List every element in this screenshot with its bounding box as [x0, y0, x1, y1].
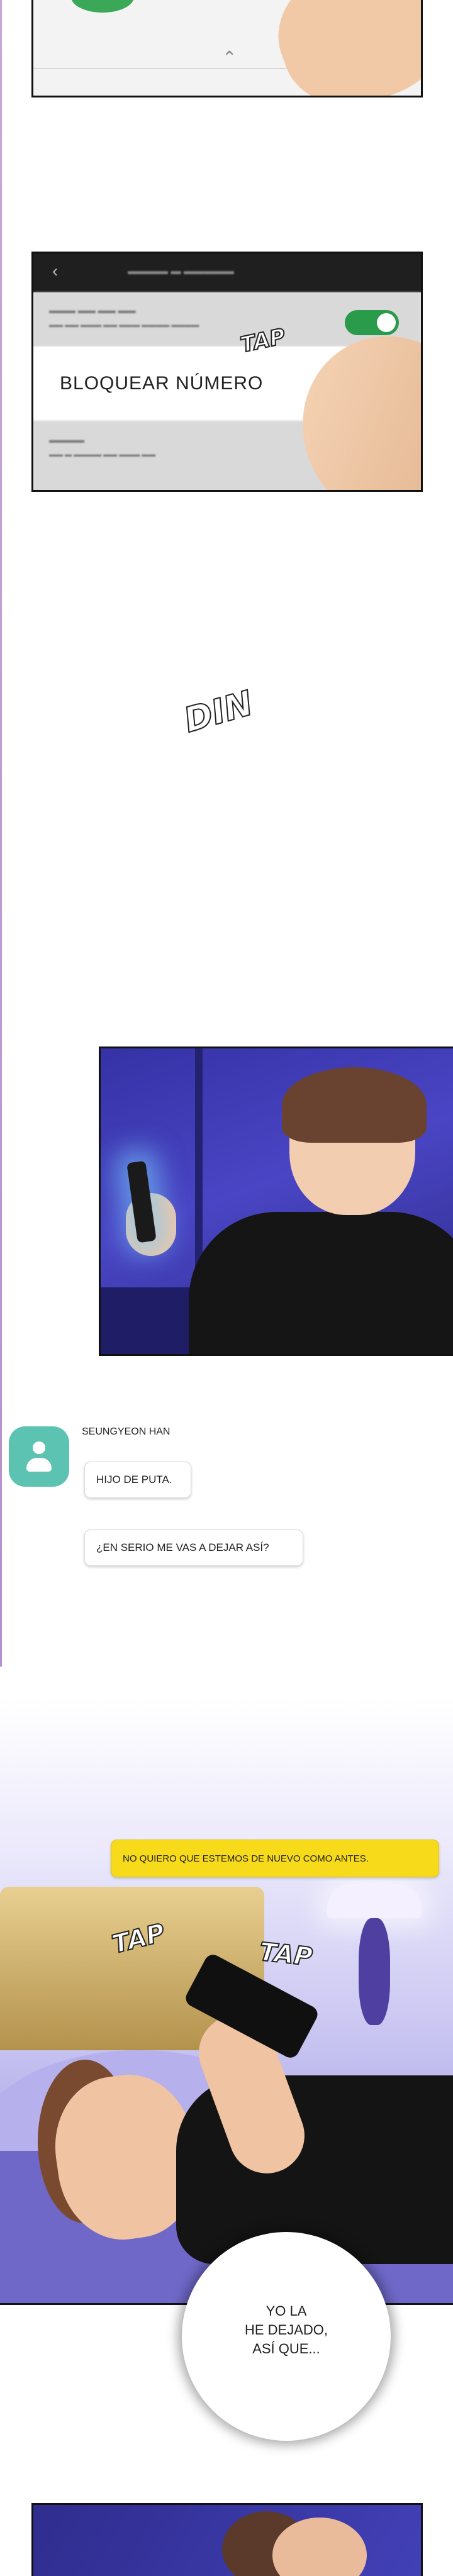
back-arrow-icon: ‹	[52, 261, 59, 280]
lamp-base	[359, 1918, 390, 2025]
message-bubble: ¿EN SERIO ME VAS A DEJAR ASÍ?	[84, 1530, 303, 1566]
green-call-button	[71, 0, 134, 13]
sfx-din: DIN	[179, 682, 257, 741]
sfx-tap: TAP	[257, 1937, 315, 1973]
reply-bubble: NO QUIERO QUE ESTEMOS DE NUEVO COMO ANTE…	[111, 1840, 439, 1877]
message-bubble: HIJO DE PUTA.	[84, 1462, 191, 1498]
sender-name: SEUNGYEON HAN	[82, 1426, 171, 1437]
doorframe	[195, 1048, 203, 1287]
avatar-body-icon	[26, 1458, 52, 1472]
settings-closeup-panel-top: ⌃	[31, 0, 423, 97]
toggle-switch	[345, 310, 399, 335]
finger-illustration	[260, 0, 421, 96]
message-text: ¿EN SERIO ME VAS A DEJAR ASÍ?	[96, 1541, 269, 1553]
reply-text: NO QUIERO QUE ESTEMOS DE NUEVO COMO ANTE…	[123, 1853, 369, 1864]
blurred-row-subtext-2: ▬▬ ▬ ▬▬▬▬ ▬▬ ▬▬▬ ▬▬	[49, 451, 156, 458]
avatar-head-icon	[33, 1441, 45, 1454]
chevron-up-icon: ⌃	[222, 48, 237, 67]
avatar	[9, 1426, 69, 1487]
blurred-header-title: ▬▬▬▬ ▬ ▬▬▬▬▬	[128, 266, 234, 277]
man-reading-phone-panel	[99, 1046, 453, 1356]
bottom-cutoff-panel	[31, 2503, 423, 2576]
block-settings-panel: ‹ ▬▬▬▬ ▬ ▬▬▬▬▬ ▬▬▬ ▬▬ ▬▬ ▬▬ ▬▬ ▬▬ ▬▬▬ ▬▬…	[31, 252, 423, 492]
thought-burst-bubble: YO LA HE DEJADO, ASÍ QUE...	[186, 2236, 387, 2437]
page-gutter-line	[0, 0, 2, 1667]
blurred-row-text-2: ▬▬▬▬	[49, 435, 84, 445]
blurred-row-text: ▬▬▬ ▬▬ ▬▬ ▬▬	[49, 305, 136, 315]
lamp-shade	[327, 1884, 422, 1918]
man-hair	[282, 1067, 427, 1143]
lying-in-bed-panel	[0, 1698, 453, 2305]
settings-header-bar: ‹ ▬▬▬▬ ▬ ▬▬▬▬▬	[33, 253, 421, 292]
blurred-row-subtext: ▬▬ ▬▬ ▬▬▬ ▬▬ ▬▬▬ ▬▬▬▬ ▬▬▬▬	[49, 321, 199, 329]
block-number-label: BLOQUEAR NÚMERO	[60, 373, 264, 394]
message-text: HIJO DE PUTA.	[96, 1474, 172, 1485]
burst-text: YO LA HE DEJADO, ASÍ QUE...	[244, 2303, 328, 2357]
man-body	[189, 1212, 453, 1354]
